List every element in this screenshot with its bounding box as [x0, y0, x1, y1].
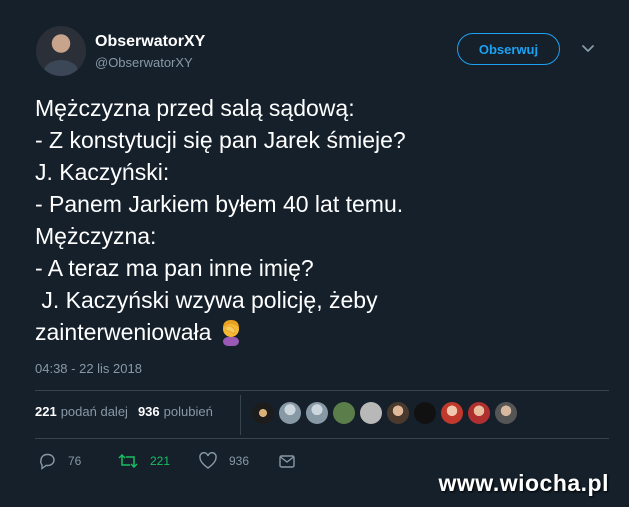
liker-avatar[interactable] [387, 402, 409, 424]
watermark: www.wiocha.pl [438, 470, 609, 496]
divider [35, 438, 609, 439]
retweet-count: 221 [150, 454, 171, 468]
follow-button[interactable]: Obserwuj [457, 33, 560, 65]
tweet-line-last: zainterweniowała [35, 316, 605, 348]
engagement-stats: 221 podań dalej 936 polubień [35, 404, 213, 419]
liker-avatar[interactable] [306, 402, 328, 424]
author-avatar[interactable] [36, 26, 86, 76]
liker-avatar[interactable] [468, 402, 490, 424]
reply-count: 76 [68, 454, 82, 468]
author-handle[interactable]: @ObserwatorXY [95, 55, 193, 70]
stats-divider [240, 395, 241, 435]
chevron-down-icon[interactable] [580, 40, 596, 56]
liker-avatar[interactable] [495, 402, 517, 424]
liker-avatars [252, 402, 517, 424]
tweet-text: Mężczyzna przed salą sądową: - Z konstyt… [35, 92, 605, 348]
message-icon [279, 455, 295, 468]
direct-message-action[interactable] [278, 452, 308, 470]
divider [35, 390, 609, 391]
liker-avatar[interactable] [360, 402, 382, 424]
likes-label[interactable]: polubień [164, 404, 213, 419]
tweet-line: - Panem Jarkiem byłem 40 lat temu. [35, 191, 404, 217]
tweet-line: Mężczyzna przed salą sądową: [35, 95, 355, 121]
author-name[interactable]: ObserwatorXY [95, 33, 205, 51]
tweet-line: J. Kaczyński: [35, 159, 170, 185]
reply-action[interactable]: 76 [38, 452, 81, 470]
reply-icon [40, 453, 55, 470]
tweet-line: Mężczyzna: [35, 223, 157, 249]
likes-count[interactable]: 936 [138, 404, 160, 419]
liker-avatar[interactable] [414, 402, 436, 424]
facepalm-emoji-icon [223, 320, 240, 346]
retweet-action[interactable]: 221 [118, 452, 170, 470]
liker-avatar[interactable] [279, 402, 301, 424]
like-count: 936 [229, 454, 250, 468]
liker-avatar[interactable] [252, 402, 274, 424]
tweet-timestamp[interactable]: 04:38 - 22 lis 2018 [35, 361, 142, 376]
liker-avatar[interactable] [333, 402, 355, 424]
tweet-line: zainterweniowała [35, 319, 212, 345]
retweet-icon [118, 453, 138, 469]
like-action[interactable]: 936 [199, 452, 249, 470]
tweet-line: - Z konstytucji się pan Jarek śmieje? [35, 127, 406, 153]
heart-icon [199, 452, 217, 469]
retweets-label[interactable]: podań dalej [61, 404, 128, 419]
tweet-line: J. Kaczyński wzywa policję, żeby [35, 287, 378, 313]
tweet-line: - A teraz ma pan inne imię? [35, 255, 314, 281]
retweets-count[interactable]: 221 [35, 404, 57, 419]
liker-avatar[interactable] [441, 402, 463, 424]
